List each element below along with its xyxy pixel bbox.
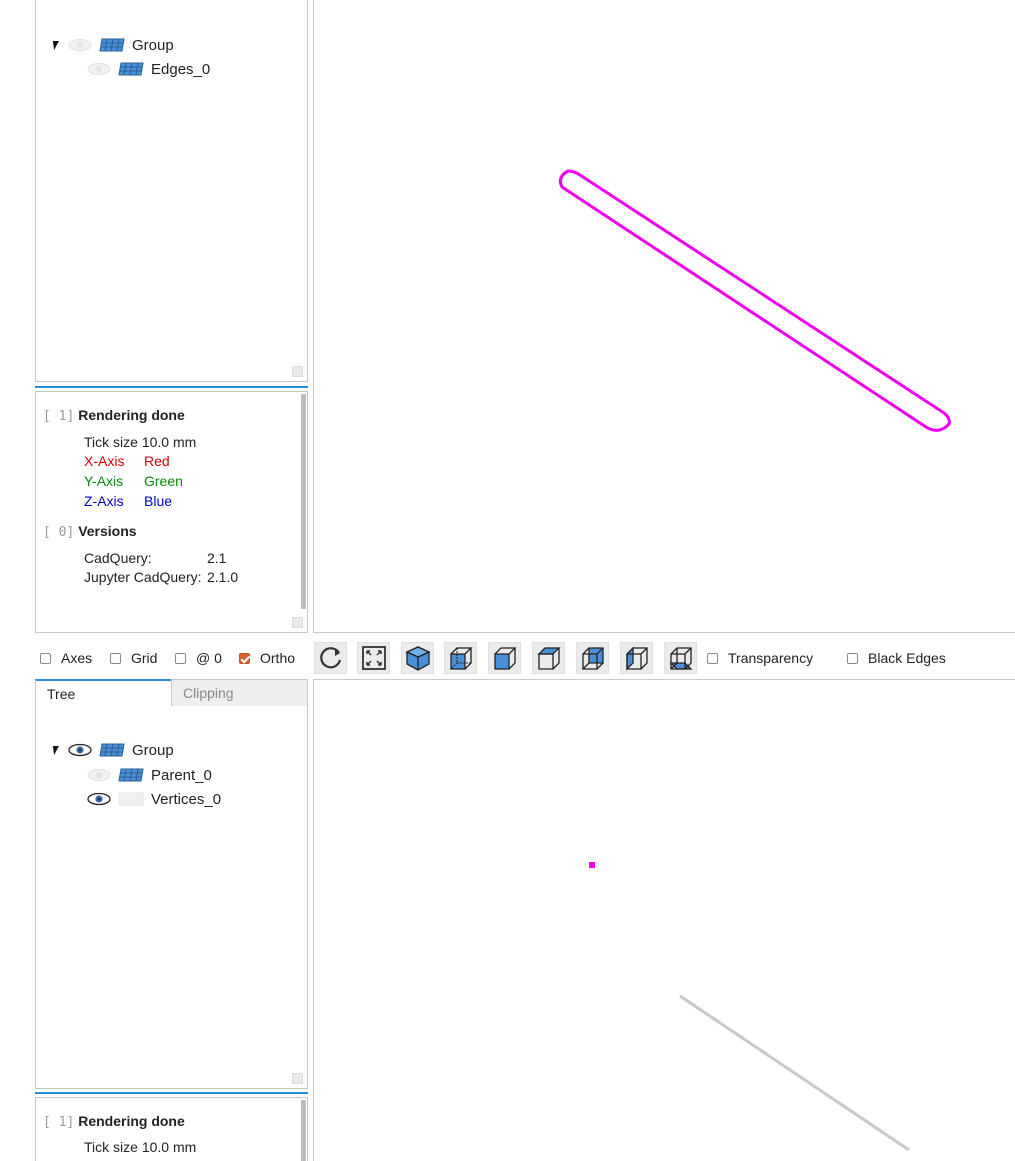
log-index: [ 1]: [43, 409, 75, 424]
y-axis-label: Y-Axis: [84, 473, 124, 489]
tree-label: Group: [132, 36, 174, 54]
fit-view-button[interactable]: [357, 642, 390, 674]
black-edges-checkbox[interactable]: [847, 652, 858, 664]
eye-hidden-icon[interactable]: [87, 62, 111, 76]
jupyter-label: Jupyter CadQuery:: [84, 569, 202, 585]
log-title: Versions: [78, 523, 137, 539]
right-view-button[interactable]: [664, 642, 697, 674]
grid-toggle[interactable]: Grid: [110, 650, 157, 666]
tree-label: Edges_0: [151, 60, 211, 78]
transparency-checkbox[interactable]: [707, 652, 718, 664]
fit-view-icon: [361, 646, 386, 670]
shape-faces-icon: [99, 38, 125, 52]
eye-visible-icon[interactable]: [68, 743, 92, 757]
transparency-label: Transparency: [728, 650, 814, 666]
log-entry-rendering: [ 1] Rendering done: [43, 407, 185, 424]
bottom-3d-viewer[interactable]: [313, 679, 1015, 1161]
grid-label: Grid: [131, 650, 158, 666]
left-view-button[interactable]: [620, 642, 653, 674]
log-index: [ 1]: [43, 1115, 75, 1130]
log-index: [ 0]: [43, 525, 75, 540]
vertex-point: [589, 862, 595, 868]
panel-separator: [35, 386, 308, 388]
viewer-canvas[interactable]: [314, 680, 1015, 1161]
tick-size-label: Tick size 10.0 mm: [84, 1139, 197, 1155]
log-scrollbar[interactable]: [301, 394, 306, 609]
rear-view-icon: [493, 647, 517, 670]
reset-view-icon: [319, 647, 341, 669]
rear-view-button[interactable]: [488, 642, 521, 674]
eye-visible-icon[interactable]: [87, 792, 111, 806]
edge-slot-outline: [559, 169, 951, 432]
tab-clipping[interactable]: Clipping: [171, 679, 308, 707]
bottom-view-icon: [581, 647, 604, 670]
top-tree-panel: Group Edges_0: [35, 0, 308, 382]
shape-faces-icon: [118, 768, 144, 782]
shape-faces-icon: [118, 62, 144, 76]
eye-hidden-icon[interactable]: [87, 768, 111, 782]
x-axis-label: X-Axis: [84, 453, 125, 469]
x-axis-color: Red: [144, 453, 170, 469]
at-zero-checkbox[interactable]: [175, 652, 186, 664]
tree-row-vertices[interactable]: Vertices_0: [87, 789, 221, 809]
tree-row-group[interactable]: Group: [51, 35, 174, 55]
right-view-icon: [668, 647, 693, 670]
tab-tree[interactable]: Tree: [35, 679, 172, 707]
z-axis-label: Z-Axis: [84, 493, 124, 509]
bottom-tree-panel: Group Parent_0 Vertices_0: [35, 706, 308, 1089]
top-view-icon: [536, 647, 561, 670]
black-edges-label: Black Edges: [868, 650, 946, 666]
expand-triangle-icon[interactable]: [51, 40, 59, 50]
front-view-icon: [449, 647, 473, 670]
eye-hidden-icon[interactable]: [68, 38, 92, 52]
tree-row-parent[interactable]: Parent_0: [87, 765, 212, 785]
tick-size-label: Tick size 10.0 mm: [84, 434, 197, 450]
at-zero-label: @ 0: [196, 650, 222, 666]
panel-separator: [35, 1092, 308, 1094]
viewer-canvas[interactable]: [314, 0, 1015, 632]
log-entry-versions: [ 0] Versions: [43, 523, 137, 540]
log-title: Rendering done: [78, 407, 185, 423]
tree-label: Parent_0: [151, 766, 212, 784]
isometric-view-icon: [404, 646, 431, 671]
ortho-checkbox[interactable]: [239, 652, 250, 664]
top-3d-viewer[interactable]: [313, 0, 1015, 633]
bottom-log-panel: [ 1] Rendering done Tick size 10.0 mm: [35, 1097, 308, 1161]
bottom-view-button[interactable]: [576, 642, 609, 674]
tree-label: Vertices_0: [151, 790, 222, 808]
tree-label: Group: [132, 741, 174, 759]
isometric-view-button[interactable]: [401, 642, 434, 674]
front-view-button[interactable]: [444, 642, 477, 674]
parent-edge-line: [679, 994, 910, 1152]
resize-grip[interactable]: [292, 1073, 303, 1084]
cadquery-value: 2.1: [207, 550, 227, 566]
at-zero-toggle[interactable]: @ 0: [175, 650, 222, 666]
tree-row-group[interactable]: Group: [51, 740, 174, 760]
y-axis-color: Green: [144, 473, 183, 489]
expand-triangle-icon[interactable]: [51, 745, 59, 755]
log-scrollbar[interactable]: [301, 1100, 306, 1161]
shape-faces-icon: [99, 743, 125, 757]
tree-row-edges[interactable]: Edges_0: [87, 59, 210, 79]
resize-grip[interactable]: [292, 617, 303, 628]
cadquery-label: CadQuery:: [84, 550, 152, 566]
log-entry-rendering: [ 1] Rendering done: [43, 1113, 185, 1130]
log-title: Rendering done: [78, 1113, 185, 1129]
reset-view-button[interactable]: [314, 642, 347, 674]
left-view-icon: [625, 646, 648, 671]
shape-empty-icon: [118, 792, 144, 806]
black-edges-toggle[interactable]: Black Edges: [847, 650, 946, 666]
ortho-label: Ortho: [260, 650, 296, 666]
jupyter-value: 2.1.0: [207, 569, 239, 585]
grid-checkbox[interactable]: [110, 652, 121, 664]
ortho-toggle[interactable]: Ortho: [239, 650, 295, 666]
z-axis-color: Blue: [144, 493, 173, 509]
top-log-panel: [ 1] Rendering done Tick size 10.0 mm X-…: [35, 391, 308, 633]
top-view-button[interactable]: [532, 642, 565, 674]
transparency-toggle[interactable]: Transparency: [707, 650, 813, 666]
axes-toggle[interactable]: Axes: [40, 650, 92, 666]
resize-grip[interactable]: [292, 366, 303, 377]
axes-checkbox[interactable]: [40, 652, 51, 664]
axes-label: Axes: [61, 650, 93, 666]
